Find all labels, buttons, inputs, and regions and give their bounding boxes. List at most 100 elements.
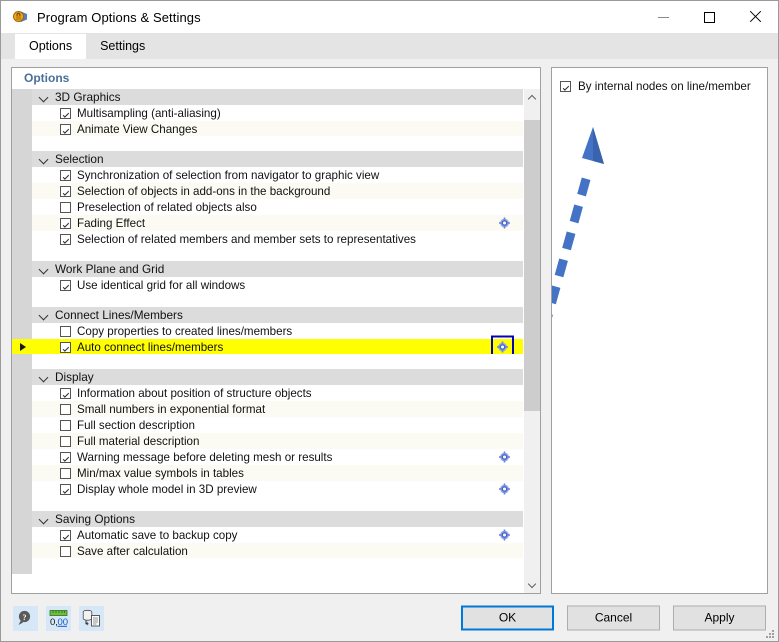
chevron-down-icon[interactable]: [40, 93, 49, 102]
minimize-button[interactable]: [640, 1, 686, 33]
row-body[interactable]: Min/max value symbols in tables: [32, 465, 523, 481]
option-row[interactable]: Preselection of related objects also: [12, 199, 523, 215]
row-body[interactable]: Multisampling (anti-aliasing): [32, 105, 523, 121]
option-row[interactable]: Auto connect lines/members: [12, 335, 523, 359]
option-label: Selection of objects in add-ons in the b…: [77, 184, 331, 198]
option-row[interactable]: Fading Effect: [12, 215, 523, 231]
row-body[interactable]: Use identical grid for all windows: [32, 277, 523, 293]
row-body[interactable]: Full section description: [32, 417, 523, 433]
option-checkbox[interactable]: [60, 435, 71, 447]
chevron-down-icon[interactable]: [40, 373, 49, 382]
row-body[interactable]: Warning message before deleting mesh or …: [32, 449, 523, 465]
option-checkbox[interactable]: [60, 233, 71, 245]
option-checkbox[interactable]: [60, 529, 71, 541]
group-header-row[interactable]: Selection: [12, 151, 523, 167]
option-checkbox[interactable]: [60, 341, 71, 353]
option-checkbox[interactable]: [60, 467, 71, 479]
option-row[interactable]: Small numbers in exponential format: [12, 401, 523, 417]
option-by-internal-nodes[interactable]: By internal nodes on line/member: [560, 77, 767, 95]
row-body[interactable]: Automatic save to backup copy: [32, 527, 523, 543]
option-row[interactable]: Copy properties to created lines/members: [12, 323, 523, 339]
option-checkbox[interactable]: [60, 279, 71, 291]
option-checkbox[interactable]: [60, 107, 71, 119]
option-checkbox[interactable]: [60, 217, 71, 229]
group-header-row[interactable]: 3D Graphics: [12, 89, 523, 105]
row-body[interactable]: Information about position of structure …: [32, 385, 523, 401]
scroll-up-button[interactable]: [524, 89, 540, 106]
row-body[interactable]: Small numbers in exponential format: [32, 401, 523, 417]
scrollbar-track[interactable]: [524, 106, 540, 576]
tab-options[interactable]: Options: [15, 34, 87, 59]
row-body[interactable]: Copy properties to created lines/members: [32, 323, 523, 339]
database-icon[interactable]: [79, 605, 104, 631]
option-row[interactable]: Synchronization of selection from naviga…: [12, 167, 523, 183]
settings-gear-icon[interactable]: [499, 217, 510, 229]
chevron-down-icon[interactable]: [40, 515, 49, 524]
by-internal-nodes-checkbox[interactable]: [560, 80, 571, 92]
tab-settings[interactable]: Settings: [86, 34, 160, 59]
chevron-down-icon[interactable]: [40, 155, 49, 164]
option-label: Information about position of structure …: [77, 386, 312, 400]
row-body: Connect Lines/Members: [32, 307, 523, 323]
settings-gear-icon[interactable]: [499, 483, 510, 495]
option-label: Copy properties to created lines/members: [77, 324, 293, 338]
cancel-button[interactable]: Cancel: [567, 605, 660, 631]
group-header-row[interactable]: Work Plane and Grid: [12, 261, 523, 277]
option-row[interactable]: Min/max value symbols in tables: [12, 465, 523, 481]
options-list[interactable]: 3D Graphics Multisampling (anti-aliasing)…: [12, 89, 523, 593]
settings-gear-icon[interactable]: [499, 451, 510, 463]
row-body[interactable]: Save after calculation: [32, 543, 523, 559]
option-checkbox[interactable]: [60, 201, 71, 213]
row-body[interactable]: Preselection of related objects also: [32, 199, 523, 215]
option-row[interactable]: Warning message before deleting mesh or …: [12, 449, 523, 465]
option-row[interactable]: Animate View Changes: [12, 121, 523, 137]
help-icon[interactable]: ?: [13, 605, 38, 631]
option-row[interactable]: Full material description: [12, 433, 523, 449]
option-row[interactable]: Selection of related members and member …: [12, 231, 523, 247]
row-body[interactable]: Selection of related members and member …: [32, 231, 523, 247]
row-gutter: [12, 449, 32, 465]
option-row[interactable]: Information about position of structure …: [12, 385, 523, 401]
option-checkbox[interactable]: [60, 545, 71, 557]
row-body[interactable]: Auto connect lines/members: [32, 335, 523, 359]
group-header-row[interactable]: Display: [12, 369, 523, 385]
option-checkbox[interactable]: [60, 419, 71, 431]
option-row[interactable]: Full section description: [12, 417, 523, 433]
row-body[interactable]: Fading Effect: [32, 215, 523, 231]
apply-button[interactable]: Apply: [673, 605, 766, 631]
row-body[interactable]: Animate View Changes: [32, 121, 523, 137]
option-row[interactable]: Use identical grid for all windows: [12, 277, 523, 293]
row-body[interactable]: Synchronization of selection from naviga…: [32, 167, 523, 183]
option-checkbox[interactable]: [60, 387, 71, 399]
option-row[interactable]: Save after calculation: [12, 543, 523, 559]
option-checkbox[interactable]: [60, 325, 71, 337]
option-row[interactable]: Multisampling (anti-aliasing): [12, 105, 523, 121]
option-checkbox[interactable]: [60, 451, 71, 463]
units-icon[interactable]: 0, 00: [46, 605, 71, 631]
option-row[interactable]: Display whole model in 3D preview: [12, 481, 523, 497]
maximize-button[interactable]: [686, 1, 732, 33]
close-button[interactable]: [732, 1, 778, 33]
chevron-down-icon[interactable]: [40, 311, 49, 320]
option-checkbox[interactable]: [60, 483, 71, 495]
resize-grip[interactable]: [764, 628, 774, 638]
group-header-row[interactable]: Connect Lines/Members: [12, 307, 523, 323]
expander-triangle-icon[interactable]: [20, 343, 26, 351]
row-body[interactable]: Full material description: [32, 433, 523, 449]
scrollbar-thumb[interactable]: [524, 120, 540, 412]
scroll-down-button[interactable]: [524, 576, 540, 593]
chevron-down-icon[interactable]: [40, 265, 49, 274]
option-row[interactable]: Automatic save to backup copy: [12, 527, 523, 543]
option-row[interactable]: Selection of objects in add-ons in the b…: [12, 183, 523, 199]
option-checkbox[interactable]: [60, 169, 71, 181]
option-checkbox[interactable]: [60, 123, 71, 135]
options-scrollbar[interactable]: [523, 89, 540, 593]
group-header-row[interactable]: Saving Options: [12, 511, 523, 527]
option-label: Auto connect lines/members: [77, 340, 224, 354]
row-body[interactable]: Display whole model in 3D preview: [32, 481, 523, 497]
row-body[interactable]: Selection of objects in add-ons in the b…: [32, 183, 523, 199]
option-checkbox[interactable]: [60, 185, 71, 197]
settings-gear-icon[interactable]: [499, 529, 510, 541]
ok-button[interactable]: OK: [461, 605, 554, 631]
option-checkbox[interactable]: [60, 403, 71, 415]
